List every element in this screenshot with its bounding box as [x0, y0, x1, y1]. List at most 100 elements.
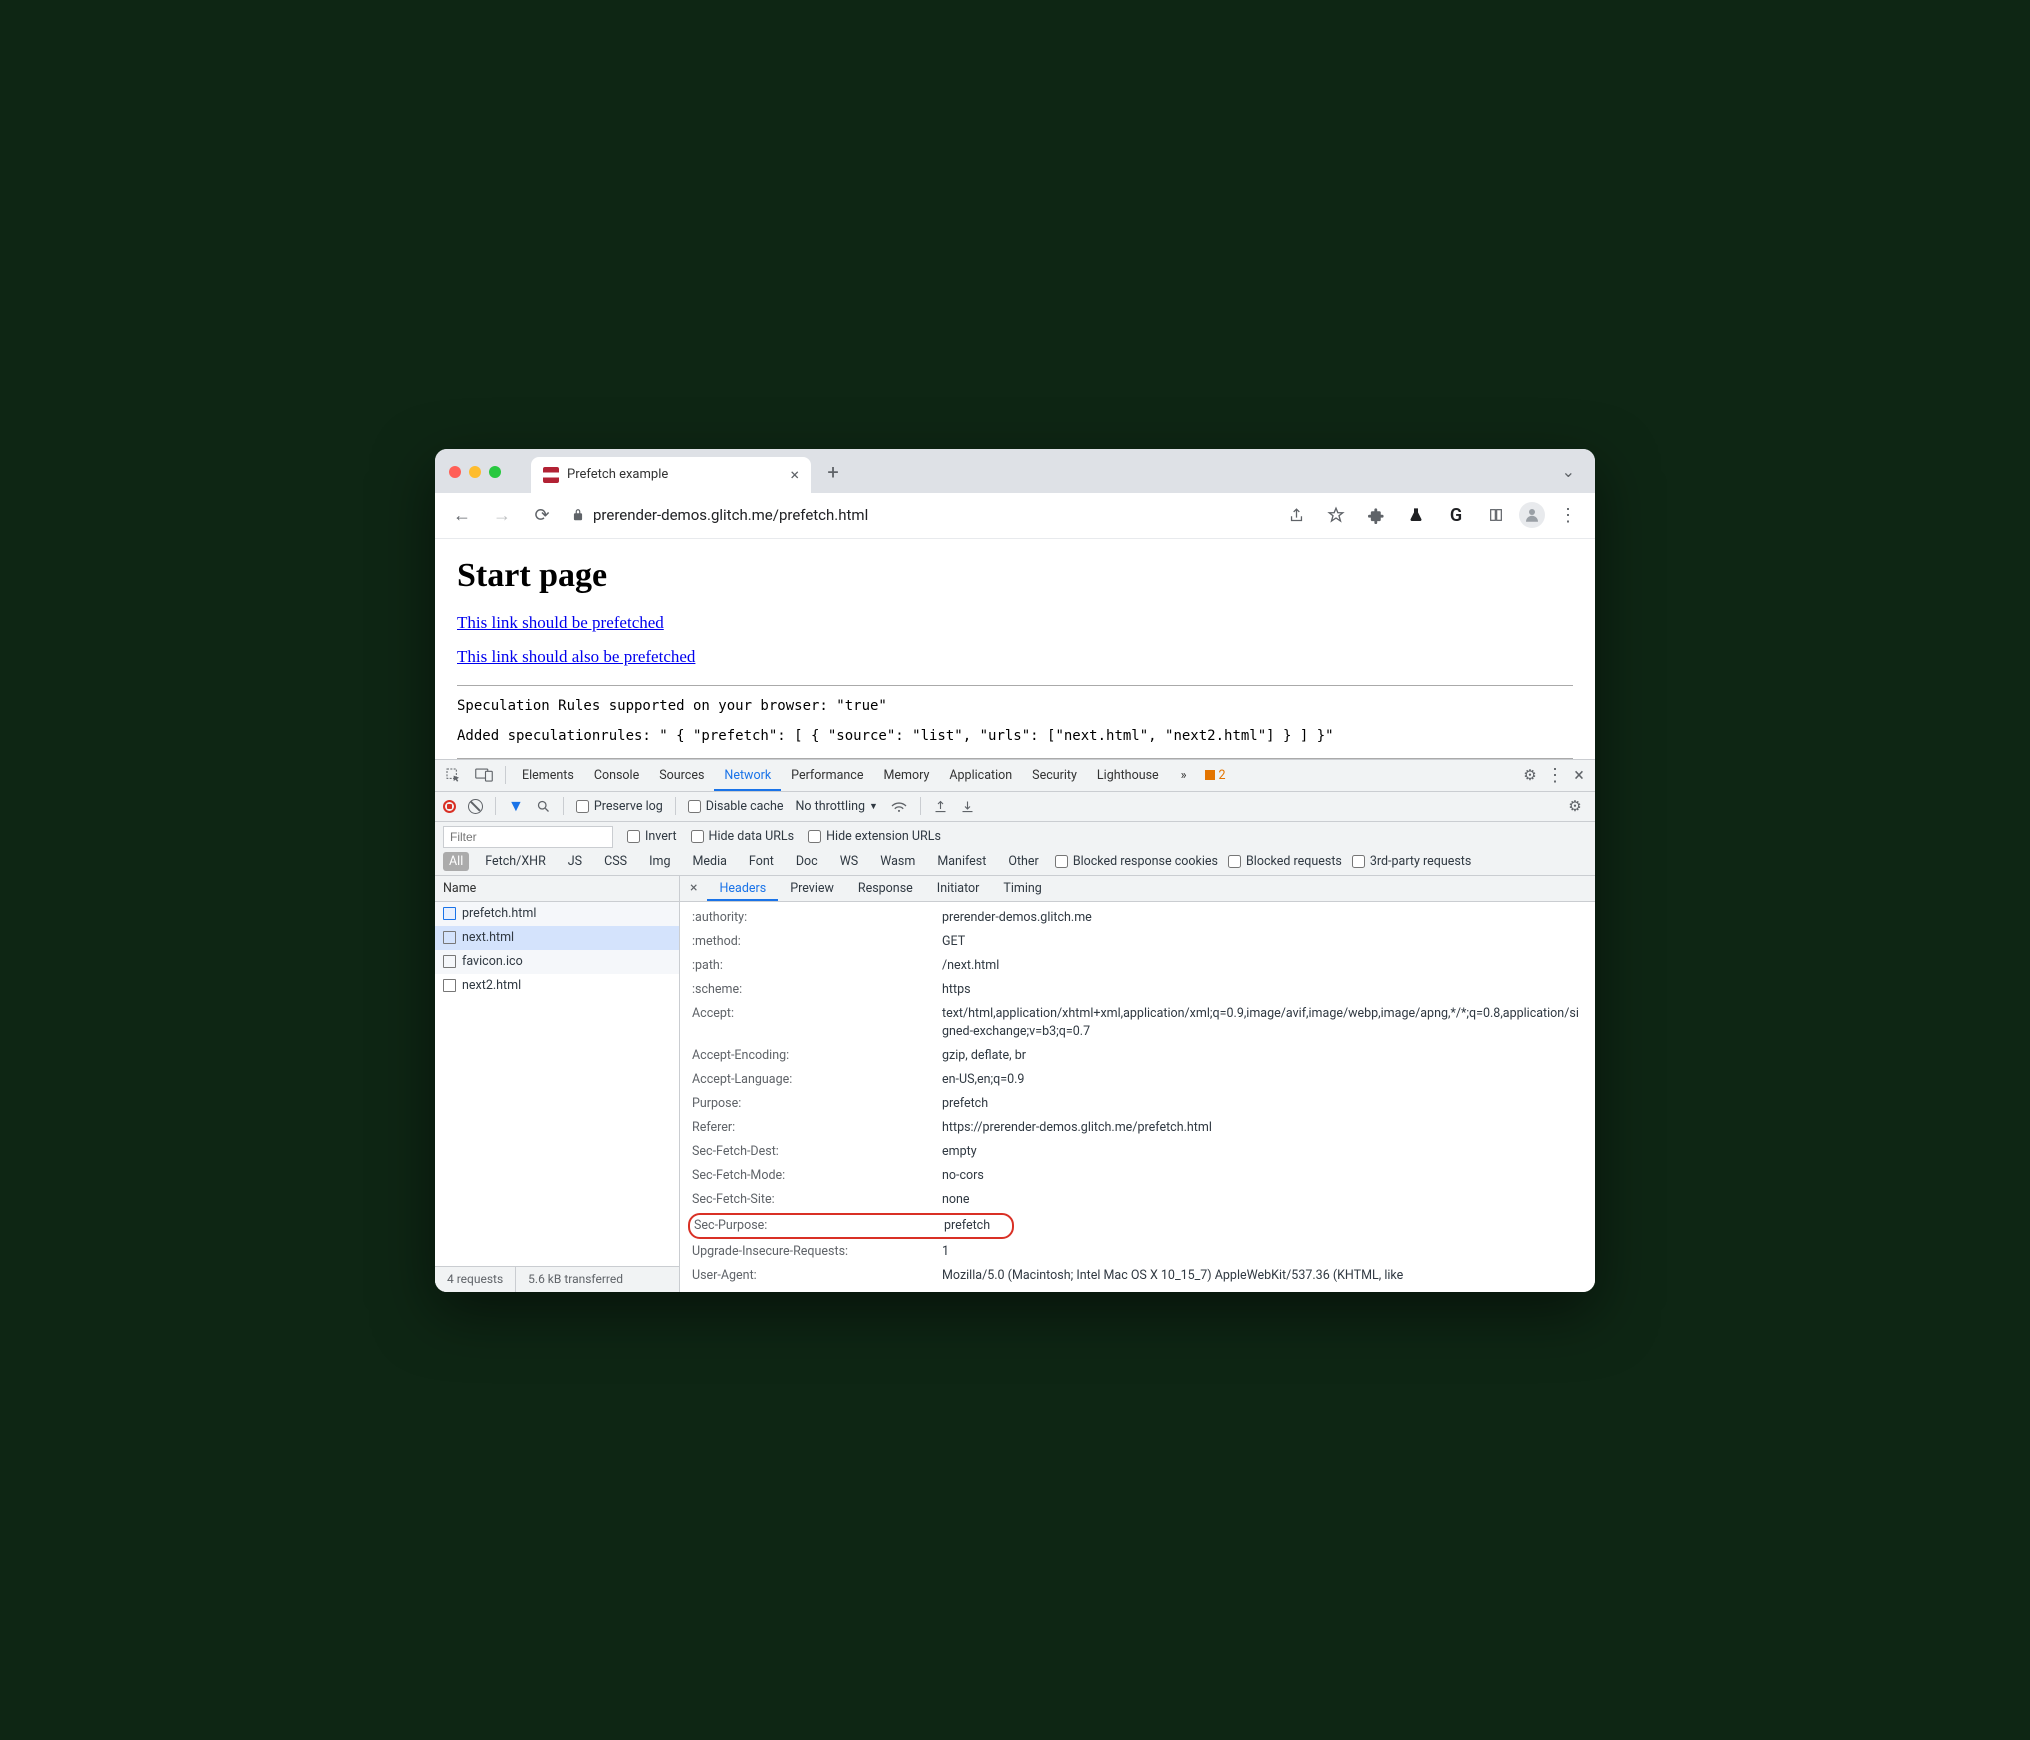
network-conditions-icon[interactable]	[890, 799, 908, 813]
detail-tab-response[interactable]: Response	[846, 875, 925, 901]
extensions-icon[interactable]	[1359, 498, 1393, 532]
type-chip-doc[interactable]: Doc	[790, 852, 824, 871]
name-column-header[interactable]: Name	[435, 876, 679, 902]
profile-avatar[interactable]	[1519, 502, 1545, 528]
filter-input[interactable]	[443, 826, 613, 848]
share-icon[interactable]	[1279, 498, 1313, 532]
menu-icon[interactable]: ⋮	[1551, 498, 1585, 532]
panel-tab-application[interactable]: Application	[939, 759, 1022, 791]
prefetch-link-2[interactable]: This link should also be prefetched	[457, 647, 695, 667]
record-button[interactable]	[443, 800, 456, 813]
hide-data-urls-checkbox[interactable]: Hide data URLs	[691, 829, 795, 844]
maximize-window-button[interactable]	[489, 466, 501, 478]
hide-extension-urls-checkbox[interactable]: Hide extension URLs	[808, 829, 941, 844]
panel-tab-lighthouse[interactable]: Lighthouse	[1087, 759, 1169, 791]
header-value: prefetch	[944, 1217, 990, 1235]
header-value: 1	[942, 1243, 949, 1261]
type-chip-media[interactable]: Media	[686, 852, 732, 871]
header-row: Referer:https://prerender-demos.glitch.m…	[680, 1116, 1595, 1140]
close-window-button[interactable]	[449, 466, 461, 478]
type-chip-font[interactable]: Font	[743, 852, 780, 871]
type-chip-js[interactable]: JS	[562, 852, 588, 871]
new-tab-button[interactable]: +	[819, 460, 847, 484]
header-row: Accept-Encoding:gzip, deflate, br	[680, 1044, 1595, 1068]
detail-tab-headers[interactable]: Headers	[707, 875, 778, 901]
device-toolbar-icon[interactable]	[469, 768, 499, 782]
browser-tab[interactable]: Prefetch example ×	[531, 457, 811, 493]
header-value: prefetch	[942, 1095, 988, 1113]
type-chip-other[interactable]: Other	[1002, 852, 1044, 871]
type-chip-css[interactable]: CSS	[598, 852, 633, 871]
network-settings-icon[interactable]: ⚙	[1563, 789, 1587, 823]
close-tab-icon[interactable]: ×	[790, 465, 799, 484]
type-chip-fetch-xhr[interactable]: Fetch/XHR	[479, 852, 552, 871]
filter-toggle-icon[interactable]: ▼	[508, 796, 524, 816]
close-devtools-icon[interactable]: ×	[1567, 758, 1591, 792]
third-party-checkbox[interactable]: 3rd-party requests	[1352, 854, 1471, 869]
type-chip-wasm[interactable]: Wasm	[874, 852, 921, 871]
panel-tab-security[interactable]: Security	[1022, 759, 1087, 791]
close-detail-icon[interactable]: ×	[680, 880, 707, 896]
upload-har-icon[interactable]	[933, 799, 948, 814]
type-chip-all[interactable]: All	[443, 852, 469, 871]
download-har-icon[interactable]	[960, 799, 975, 814]
type-chip-ws[interactable]: WS	[834, 852, 865, 871]
header-value: /next.html	[942, 957, 999, 975]
header-row: Accept-Language:en-US,en;q=0.9	[680, 1068, 1595, 1092]
header-row: :scheme:https	[680, 978, 1595, 1002]
request-row[interactable]: next2.html	[435, 974, 679, 998]
bookmark-icon[interactable]	[1319, 498, 1353, 532]
detail-tab-initiator[interactable]: Initiator	[925, 875, 992, 901]
request-name: next.html	[462, 930, 514, 945]
clear-button[interactable]	[468, 799, 483, 814]
blocked-cookies-checkbox[interactable]: Blocked response cookies	[1055, 854, 1218, 869]
panel-tab-sources[interactable]: Sources	[649, 759, 714, 791]
page-viewport: Start page This link should be prefetche…	[435, 539, 1595, 759]
file-icon	[443, 907, 456, 920]
transferred-size: 5.6 kB transferred	[516, 1267, 635, 1292]
reading-list-icon[interactable]	[1479, 498, 1513, 532]
devtools-tabs: ElementsConsoleSourcesNetworkPerformance…	[435, 760, 1595, 792]
request-row[interactable]: favicon.ico	[435, 950, 679, 974]
detail-tab-preview[interactable]: Preview	[778, 875, 846, 901]
header-value: no-cors	[942, 1167, 984, 1185]
forward-button[interactable]: →	[485, 498, 519, 532]
issues-badge[interactable]: 2	[1199, 768, 1232, 783]
tab-overflow-button[interactable]: ⌄	[1562, 462, 1575, 481]
invert-checkbox[interactable]: Invert	[627, 829, 677, 844]
element-picker-icon[interactable]	[439, 767, 467, 783]
lock-icon	[571, 508, 585, 522]
minimize-window-button[interactable]	[469, 466, 481, 478]
search-icon[interactable]	[536, 799, 551, 814]
request-row[interactable]: prefetch.html	[435, 902, 679, 926]
request-row[interactable]: next.html	[435, 926, 679, 950]
disable-cache-checkbox[interactable]: Disable cache	[688, 799, 784, 814]
header-name: :path:	[692, 957, 942, 975]
header-value: none	[942, 1191, 970, 1209]
throttling-select[interactable]: No throttling ▼	[795, 799, 877, 814]
browser-toolbar: ← → ⟳ prerender-demos.glitch.me/prefetch…	[435, 493, 1595, 539]
address-bar[interactable]: prerender-demos.glitch.me/prefetch.html	[565, 506, 1273, 524]
devtools-menu-icon[interactable]: ⋮	[1545, 758, 1565, 792]
more-panels-button[interactable]: »	[1171, 759, 1197, 791]
panel-tab-memory[interactable]: Memory	[873, 759, 939, 791]
reload-button[interactable]: ⟳	[525, 498, 559, 532]
type-chip-img[interactable]: Img	[643, 852, 676, 871]
labs-icon[interactable]	[1399, 498, 1433, 532]
type-chip-manifest[interactable]: Manifest	[931, 852, 992, 871]
preserve-log-checkbox[interactable]: Preserve log	[576, 799, 663, 814]
panel-tab-performance[interactable]: Performance	[781, 759, 873, 791]
back-button[interactable]: ←	[445, 498, 479, 532]
status-text-1: Speculation Rules supported on your brow…	[457, 698, 1573, 714]
detail-tab-timing[interactable]: Timing	[991, 875, 1053, 901]
google-icon[interactable]: G	[1439, 498, 1473, 532]
panel-tab-network[interactable]: Network	[714, 759, 781, 791]
favicon-icon	[543, 467, 559, 483]
panel-tab-console[interactable]: Console	[584, 759, 649, 791]
header-value: text/html,application/xhtml+xml,applicat…	[942, 1005, 1583, 1041]
panel-tab-elements[interactable]: Elements	[512, 759, 584, 791]
header-value: en-US,en;q=0.9	[942, 1071, 1024, 1089]
settings-icon[interactable]: ⚙	[1517, 758, 1543, 792]
prefetch-link-1[interactable]: This link should be prefetched	[457, 613, 664, 633]
blocked-requests-checkbox[interactable]: Blocked requests	[1228, 854, 1342, 869]
